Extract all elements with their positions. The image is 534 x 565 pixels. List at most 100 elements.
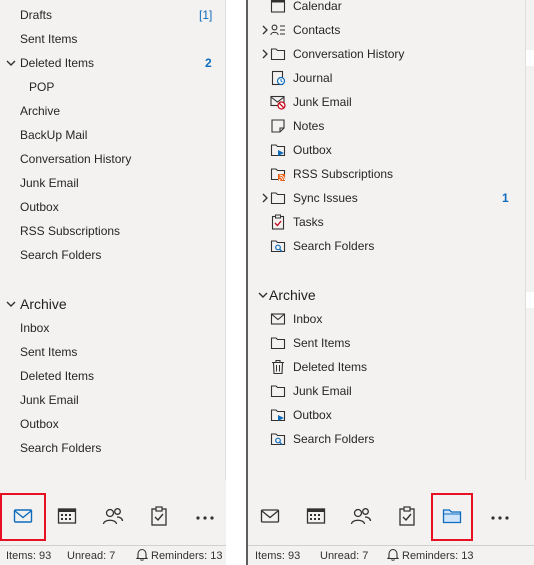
folder-contacts[interactable]: Contacts	[246, 18, 534, 42]
archive-folder-junk-email[interactable]: Junk Email	[246, 379, 534, 403]
chevron-down-icon[interactable]	[256, 283, 270, 307]
archive-folder-junk-email[interactable]: Junk Email	[0, 388, 226, 412]
tasks-icon	[150, 505, 168, 529]
unread-count: 1	[502, 191, 509, 205]
tasks-icon	[398, 505, 416, 529]
folder-sync-issues[interactable]: Sync Issues 1	[246, 186, 534, 210]
outbox-icon	[270, 407, 286, 423]
folder-label: Search Folders	[293, 239, 375, 253]
folder-label: Archive	[20, 104, 61, 118]
folder-label: Outbox	[293, 408, 332, 422]
folder-label: Contacts	[293, 23, 341, 37]
archive-folder-search-folders[interactable]: Search Folders	[0, 436, 226, 460]
reminders-button[interactable]: Reminders: 13	[151, 546, 223, 565]
folder-icon	[270, 383, 286, 399]
more-nav-button[interactable]	[477, 493, 523, 541]
outbox-icon	[270, 142, 286, 158]
folder-search-folders[interactable]: Search Folders	[0, 243, 226, 267]
archive-folder-outbox[interactable]: Outbox	[0, 412, 226, 436]
folder-label: Inbox	[20, 321, 50, 335]
folder-pop[interactable]: POP	[0, 75, 226, 99]
rss-icon	[270, 166, 286, 182]
notes-icon	[270, 118, 286, 134]
archive-folder-deleted-items[interactable]: Deleted Items	[246, 355, 534, 379]
folders-nav-button[interactable]	[431, 493, 473, 541]
search-folder-icon	[270, 238, 286, 254]
archive-folder-search-folders[interactable]: Search Folders	[246, 427, 534, 451]
folder-notes[interactable]: Notes	[246, 114, 534, 138]
folder-label: Junk Email	[293, 95, 352, 109]
folder-label: Deleted Items	[293, 360, 368, 374]
folder-label: Outbox	[20, 417, 59, 431]
folder-label: Outbox	[20, 200, 59, 214]
calendar-icon	[306, 507, 326, 528]
account-header-archive[interactable]: Archive	[246, 283, 534, 307]
more-nav-button[interactable]	[182, 493, 226, 541]
folder-outbox[interactable]: Outbox	[0, 195, 226, 219]
calendar-nav-button[interactable]	[44, 493, 90, 541]
folder-label: Junk Email	[20, 393, 79, 407]
folder-label: Search Folders	[20, 441, 102, 455]
folder-icon	[270, 190, 286, 206]
calendar-icon	[57, 507, 77, 528]
archive-folder-outbox[interactable]: Outbox	[246, 403, 534, 427]
archive-folder-inbox[interactable]: Inbox	[246, 307, 534, 331]
calendar-nav-button[interactable]	[293, 493, 339, 541]
tasks-nav-button[interactable]	[384, 493, 430, 541]
folder-rss-subscriptions[interactable]: RSS Subscriptions	[0, 219, 226, 243]
status-bar: Items: 93 Unread: 7 Reminders: 13	[246, 545, 534, 565]
folder-label: Outbox	[293, 143, 332, 157]
folder-tasks[interactable]: Tasks	[246, 210, 534, 234]
folder-conversation-history[interactable]: Conversation History	[0, 147, 226, 171]
folder-label: Conversation History	[293, 47, 405, 61]
folder-junk-email[interactable]: Junk Email	[246, 90, 534, 114]
archive-folder-deleted-items[interactable]: Deleted Items	[0, 364, 226, 388]
mail-icon	[260, 508, 280, 527]
folder-junk-email[interactable]: Junk Email	[0, 171, 226, 195]
folder-rss-subscriptions[interactable]: RSS Subscriptions	[246, 162, 534, 186]
folder-label: BackUp Mail	[20, 128, 88, 142]
folder-outbox[interactable]: Outbox	[246, 138, 534, 162]
folder-archive[interactable]: Archive	[0, 99, 226, 123]
folder-sent-items[interactable]: Sent Items	[0, 27, 226, 51]
tasks-icon	[270, 214, 286, 230]
folder-label: Sent Items	[293, 336, 351, 350]
people-icon	[350, 507, 372, 528]
bell-icon	[135, 546, 149, 565]
tasks-nav-button[interactable]	[136, 493, 182, 541]
reminders-button[interactable]: Reminders: 13	[402, 546, 474, 565]
folder-label: Drafts	[20, 8, 53, 22]
right-folder-pane: Calendar Contacts Conversation History J…	[246, 0, 534, 565]
module-nav-bar	[0, 493, 226, 545]
status-bar: Items: 93 Unread: 7 Reminders: 13	[0, 545, 226, 565]
folder-conversation-history[interactable]: Conversation History	[246, 42, 534, 66]
unread-count-status: Unread: 7	[67, 550, 116, 562]
chevron-down-icon[interactable]	[4, 51, 18, 75]
folder-label: Deleted Items	[20, 56, 95, 70]
search-folder-icon	[270, 431, 286, 447]
folder-backup-mail[interactable]: BackUp Mail	[0, 123, 226, 147]
people-nav-button[interactable]	[90, 493, 136, 541]
folder-label: Inbox	[293, 312, 323, 326]
mail-nav-button[interactable]	[0, 493, 46, 541]
inbox-icon	[270, 311, 286, 327]
archive-folder-sent-items[interactable]: Sent Items	[0, 340, 226, 364]
folder-drafts[interactable]: Drafts [1]	[0, 3, 226, 27]
account-label: Archive	[20, 296, 67, 312]
folder-label: POP	[29, 80, 55, 94]
chevron-down-icon[interactable]	[4, 292, 18, 316]
mail-nav-button[interactable]	[247, 493, 293, 541]
folder-search-folders[interactable]: Search Folders	[246, 234, 534, 258]
account-label: Archive	[269, 287, 316, 303]
unread-count-status: Unread: 7	[320, 550, 369, 562]
folder-calendar[interactable]: Calendar	[246, 0, 534, 18]
people-nav-button[interactable]	[338, 493, 384, 541]
folder-label: Journal	[293, 71, 333, 85]
archive-folder-sent-items[interactable]: Sent Items	[246, 331, 534, 355]
more-icon	[195, 510, 215, 524]
account-header-archive[interactable]: Archive	[0, 292, 226, 316]
archive-folder-inbox[interactable]: Inbox	[0, 316, 226, 340]
more-icon	[490, 510, 510, 524]
folder-deleted-items[interactable]: Deleted Items 2	[0, 51, 226, 75]
folder-journal[interactable]: Journal	[246, 66, 534, 90]
